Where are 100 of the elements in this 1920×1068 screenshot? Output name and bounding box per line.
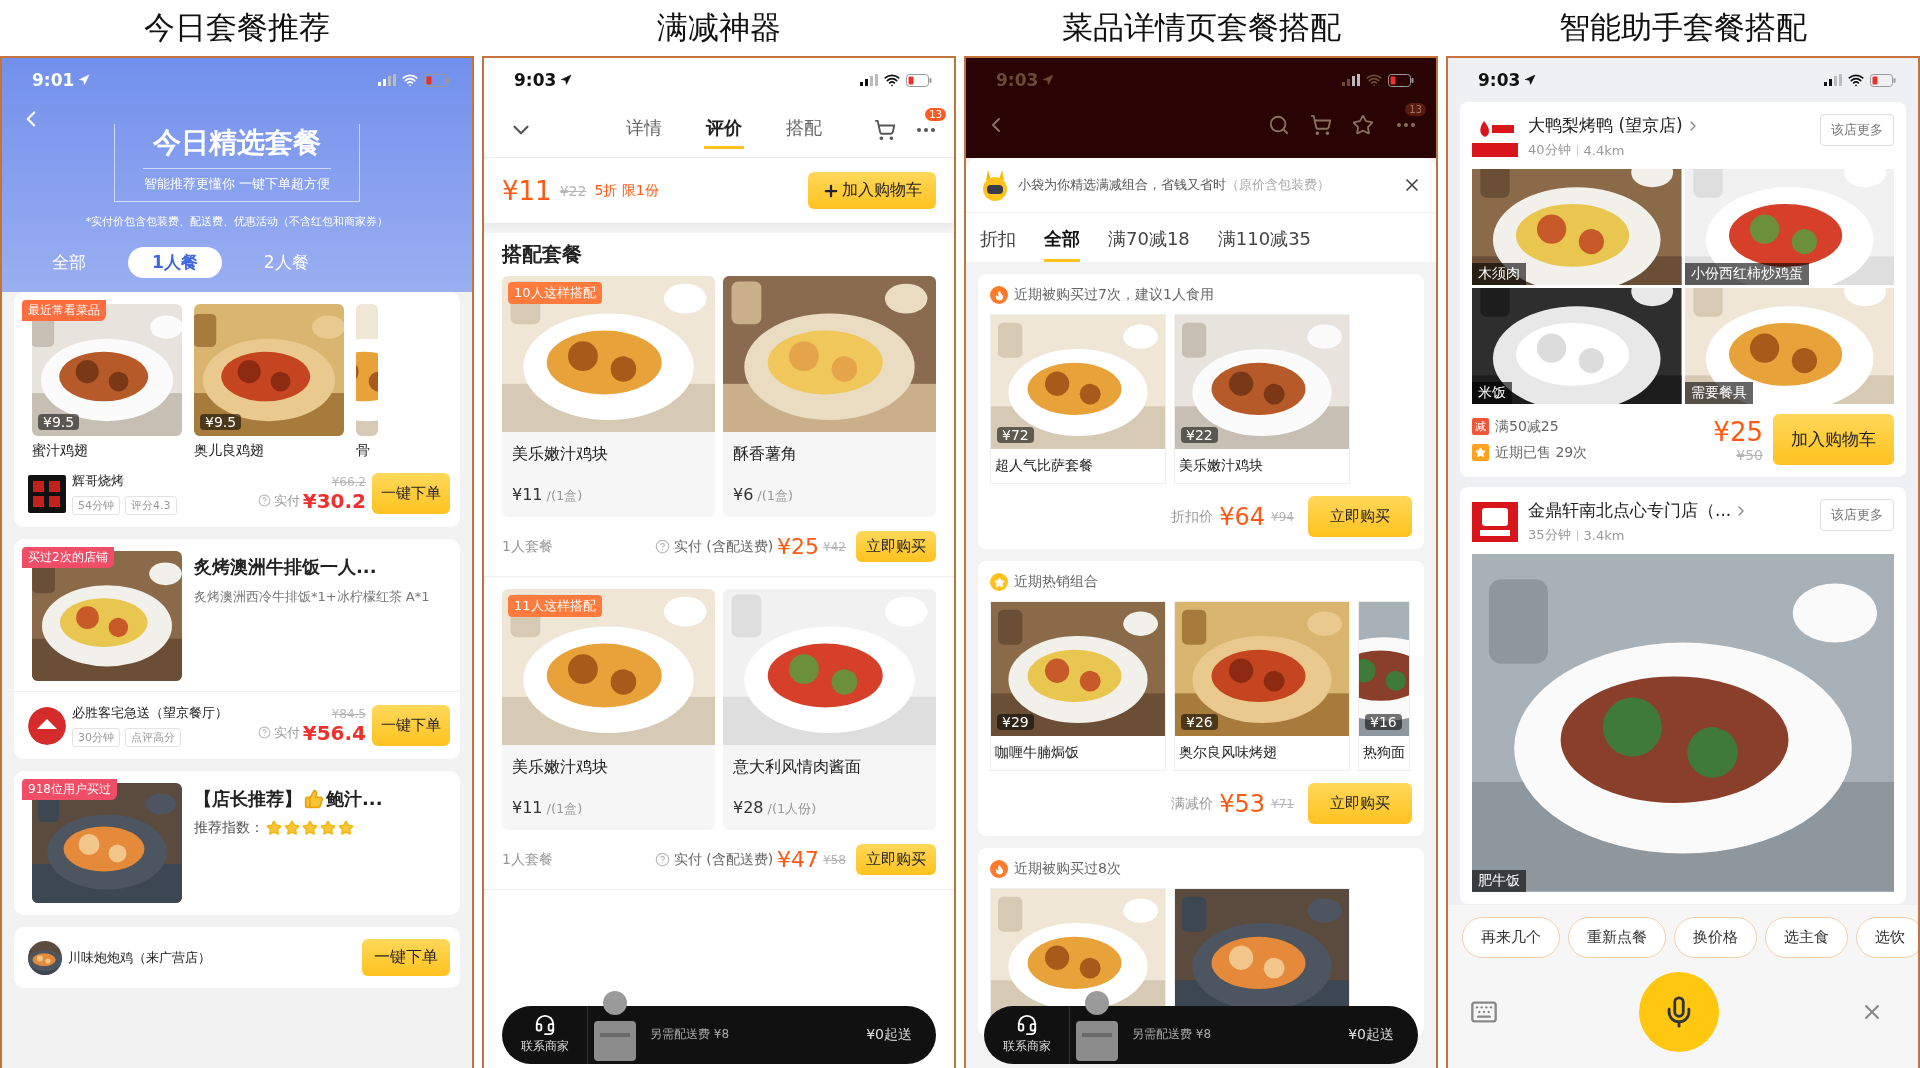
price-tag: ¥9.5: [200, 414, 242, 430]
suggestion-chip[interactable]: 再来几个: [1462, 916, 1560, 958]
wifi-icon: [1848, 72, 1864, 88]
price: ¥25: [1713, 416, 1763, 447]
store-more-button[interactable]: 该店更多: [1820, 499, 1894, 531]
price-note: *实付价包含包装费、配送费、优惠活动（不含红包和商家券）: [85, 214, 389, 229]
shop-logo: [1472, 501, 1518, 542]
paid-label: 实付 (含配送费): [673, 537, 774, 556]
delivery-fee: 另需配送费 ¥8: [650, 1026, 730, 1044]
order-button[interactable]: 一键下单: [372, 705, 450, 746]
wifi-icon: [1366, 72, 1382, 88]
buy-now-button[interactable]: 立即购买: [1308, 496, 1412, 537]
dish-label: 需要餐具: [1684, 382, 1753, 404]
flame-icon: [990, 286, 1008, 304]
store-meta: 40分钟: [1528, 141, 1571, 159]
status-time: 9:03: [1478, 70, 1521, 90]
combo-badge: 11人这样搭配: [508, 595, 602, 617]
price-tag: ¥72: [997, 427, 1034, 443]
original-price: ¥71: [1271, 796, 1294, 811]
wifi-icon: [884, 72, 900, 88]
order-button[interactable]: 一键下单: [372, 473, 450, 514]
buy-now-button[interactable]: 立即购买: [856, 844, 936, 875]
dish-name: 蜜汁鸡翅: [32, 442, 89, 460]
star-icon: [320, 820, 336, 836]
store-meta: 35分钟: [1528, 526, 1571, 544]
cart-icon[interactable]: [1310, 114, 1332, 136]
suggestion-chip[interactable]: 重新点餐: [1568, 916, 1666, 958]
dish-name: 美乐嫩汁鸡块: [1178, 456, 1264, 475]
dish-name: 酥香薯角: [732, 443, 798, 465]
headset-icon[interactable]: [533, 1014, 556, 1037]
wifi-icon: [402, 72, 418, 88]
dish-label: 木须肉: [1472, 263, 1526, 285]
minimum-order: ¥0起送: [866, 1025, 912, 1044]
help-icon: [654, 852, 670, 867]
nav-tab[interactable]: 评价: [704, 110, 744, 149]
panel-caption: 智能助手套餐搭配: [1558, 8, 1808, 47]
suggestion-chip[interactable]: 选饮: [1856, 916, 1918, 958]
combo-price: ¥64: [1219, 502, 1266, 531]
store-more-button[interactable]: 该店更多: [1820, 114, 1894, 146]
original-price: ¥84.5: [331, 706, 366, 721]
location-arrow-icon: [560, 74, 573, 86]
signal-icon: [860, 74, 878, 86]
dish-name: 意大利风情肉酱面: [732, 756, 862, 778]
shop-name: 川味炮炮鸡（来广营店）: [68, 948, 212, 967]
paid-price: ¥56.4: [302, 720, 366, 745]
combo-label: 1人套餐: [502, 850, 553, 869]
suggestion-chip[interactable]: 换价格: [1674, 916, 1757, 958]
combo-title: 近期热销组合: [1014, 573, 1098, 591]
meal-title: 【店长推荐】: [194, 787, 302, 811]
status-time: 9:03: [514, 70, 557, 90]
nav-tab[interactable]: 详情: [624, 110, 664, 149]
combo-badge: 10人这样搭配: [508, 282, 602, 304]
shop-logo: [28, 706, 66, 745]
dish-name: 咖喱牛腩焗饭: [994, 743, 1080, 762]
paid-label: 实付 (含配送费): [673, 850, 774, 869]
store-name[interactable]: 金鼎轩南北点心专门店（...: [1528, 499, 1732, 522]
suggestion-chip[interactable]: 选主食: [1765, 916, 1848, 958]
buy-now-button[interactable]: 立即购买: [1308, 783, 1412, 824]
combo-title: 近期被购买过7次，建议1人食用: [1014, 286, 1214, 304]
meal-tab[interactable]: 1人餐: [128, 247, 222, 278]
panel-caption: 今日套餐推荐: [143, 8, 331, 47]
price-tag: ¥26: [1181, 714, 1218, 730]
battery-icon: [1870, 73, 1896, 87]
filter-tab[interactable]: 满110减35: [1217, 221, 1312, 262]
filter-tab[interactable]: 满70减18: [1108, 221, 1190, 262]
location-arrow-icon: [1524, 74, 1537, 86]
store-meta: 3.4km: [1583, 527, 1625, 543]
original-price: ¥58: [823, 852, 846, 867]
meal-title: 炙烤澳洲牛排饭一人...: [194, 555, 378, 579]
contact-label[interactable]: 联系商家: [1002, 1038, 1051, 1056]
rating-label: 推荐指数：: [194, 819, 264, 837]
dish-label: 米饭: [1472, 382, 1512, 404]
search-icon[interactable]: [1268, 114, 1290, 136]
sale-price: ¥11: [502, 175, 552, 206]
dish-name: 美乐嫩汁鸡块: [511, 443, 609, 465]
original-price: ¥94: [1271, 509, 1294, 524]
add-to-cart-button[interactable]: 加入购物车: [808, 172, 936, 209]
contact-label[interactable]: 联系商家: [520, 1038, 569, 1056]
flame-icon: [990, 860, 1008, 878]
headset-icon[interactable]: [1015, 1014, 1038, 1037]
location-arrow-icon: [1042, 74, 1055, 86]
store-name[interactable]: 大鸭梨烤鸭 (望京店): [1528, 114, 1683, 137]
status-time: 9:01: [32, 70, 75, 90]
dish-name: 美乐嫩汁鸡块: [511, 756, 609, 778]
order-button[interactable]: 一键下单: [362, 939, 450, 976]
help-icon: [257, 494, 271, 507]
section-title: 搭配套餐: [500, 241, 583, 268]
delivery-fee: 另需配送费 ¥8: [1132, 1026, 1212, 1044]
nav-tab[interactable]: 搭配: [784, 110, 824, 149]
dish-unit: /(1盒): [546, 487, 583, 505]
battery-icon: [424, 73, 450, 87]
cart-icon[interactable]: [874, 118, 896, 141]
filter-tab[interactable]: 折扣: [980, 221, 1016, 262]
add-to-cart-button[interactable]: 加入购物车: [1773, 414, 1894, 465]
original-price: ¥50: [1736, 446, 1763, 463]
discount-badge: 减: [1472, 418, 1489, 435]
star-icon: [266, 820, 282, 836]
meal-title: 鲍汁...: [326, 787, 383, 811]
favorite-icon[interactable]: [1352, 114, 1374, 136]
buy-now-button[interactable]: 立即购买: [856, 531, 936, 562]
